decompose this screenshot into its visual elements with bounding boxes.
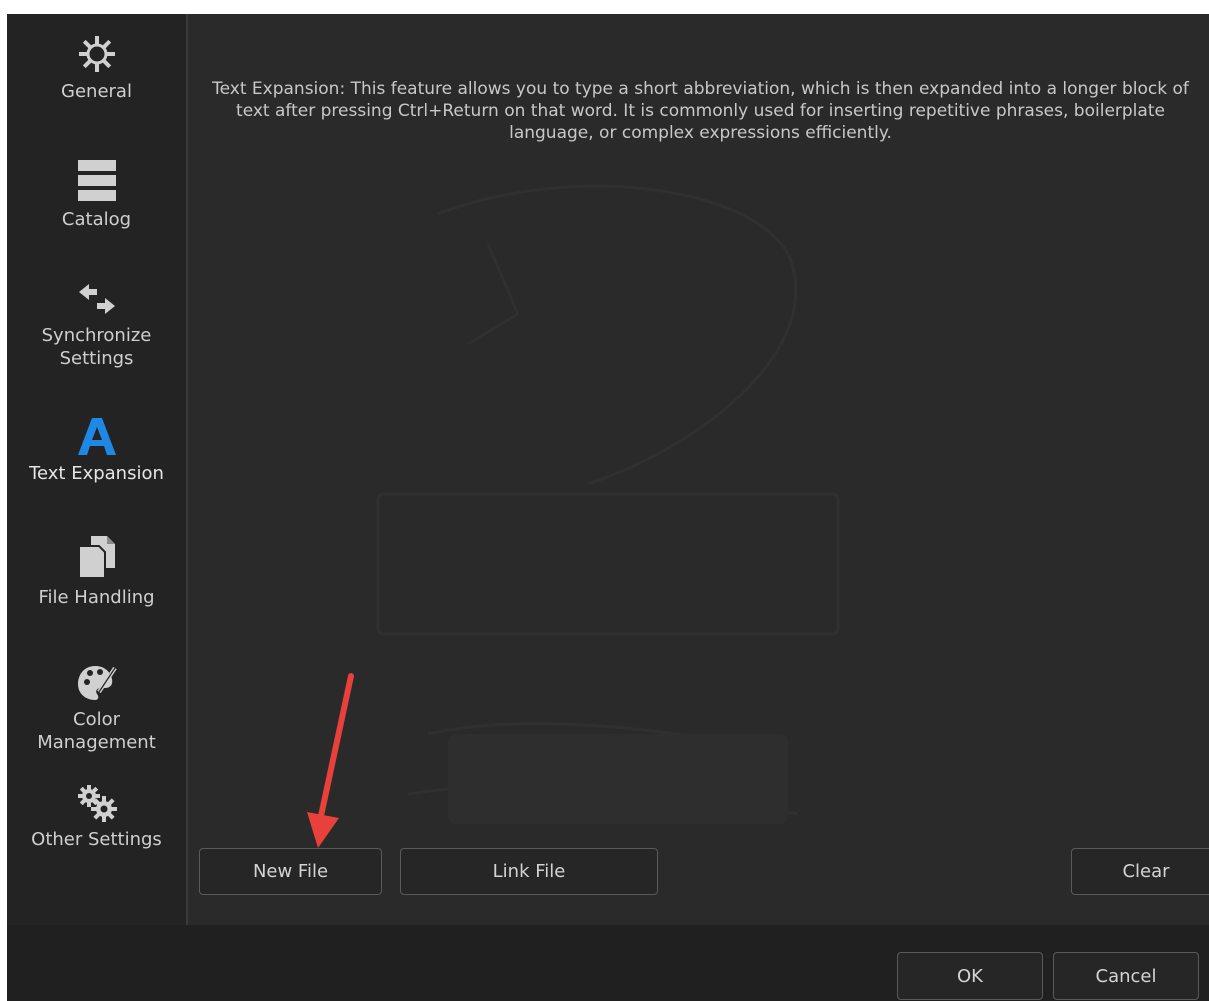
feature-description: Text Expansion: This feature allows you … <box>212 79 1189 143</box>
cancel-button[interactable]: Cancel <box>1053 952 1199 1000</box>
sidebar-item-catalog[interactable]: Catalog <box>7 160 186 231</box>
gear-icon <box>78 36 115 72</box>
ok-button[interactable]: OK <box>897 952 1043 1000</box>
sync-arrows-icon <box>78 284 115 314</box>
clear-button-label: Clear <box>1122 861 1170 882</box>
gears-icon <box>77 785 117 822</box>
new-file-button-label: New File <box>252 861 329 882</box>
sidebar-item-text-expansion[interactable]: Text Expansion <box>7 416 186 485</box>
preferences-dialog: General Catalog Synchronize Settings Tex… <box>7 14 1209 1001</box>
sidebar: General Catalog Synchronize Settings Tex… <box>7 14 188 925</box>
sidebar-item-label: File Handling <box>38 587 155 608</box>
sidebar-item-label: Catalog <box>61 209 132 230</box>
sidebar-item-color-management[interactable]: Color Management <box>7 664 186 754</box>
sidebar-item-general[interactable]: General <box>7 34 186 103</box>
sidebar-item-other-settings[interactable]: Other Settings <box>7 784 186 851</box>
sidebar-item-file-handling[interactable]: File Handling <box>7 534 186 609</box>
cancel-button-label: Cancel <box>1095 965 1157 987</box>
content-panel: Text Expansion: This feature allows you … <box>188 14 1209 925</box>
new-file-button[interactable]: New File <box>199 848 382 895</box>
link-file-button-label: Link File <box>492 861 566 882</box>
sidebar-item-synchronize-settings[interactable]: Synchronize Settings <box>7 282 186 370</box>
catalog-icon <box>77 160 116 201</box>
text-a-icon <box>77 418 116 455</box>
palette-icon <box>77 666 117 700</box>
sidebar-item-label: Synchronize Settings <box>41 325 152 369</box>
clear-button[interactable]: Clear <box>1071 848 1209 895</box>
link-file-button[interactable]: Link File <box>400 848 658 895</box>
ok-button-label: OK <box>957 965 983 987</box>
files-icon <box>77 536 115 579</box>
background-watermark <box>376 184 840 824</box>
sidebar-item-label: Other Settings <box>31 829 162 850</box>
sidebar-item-label: General <box>61 81 132 102</box>
sidebar-item-label: Text Expansion <box>29 463 164 484</box>
dialog-footer: OK Cancel <box>7 925 1209 1001</box>
sidebar-item-label: Color Management <box>37 709 156 753</box>
